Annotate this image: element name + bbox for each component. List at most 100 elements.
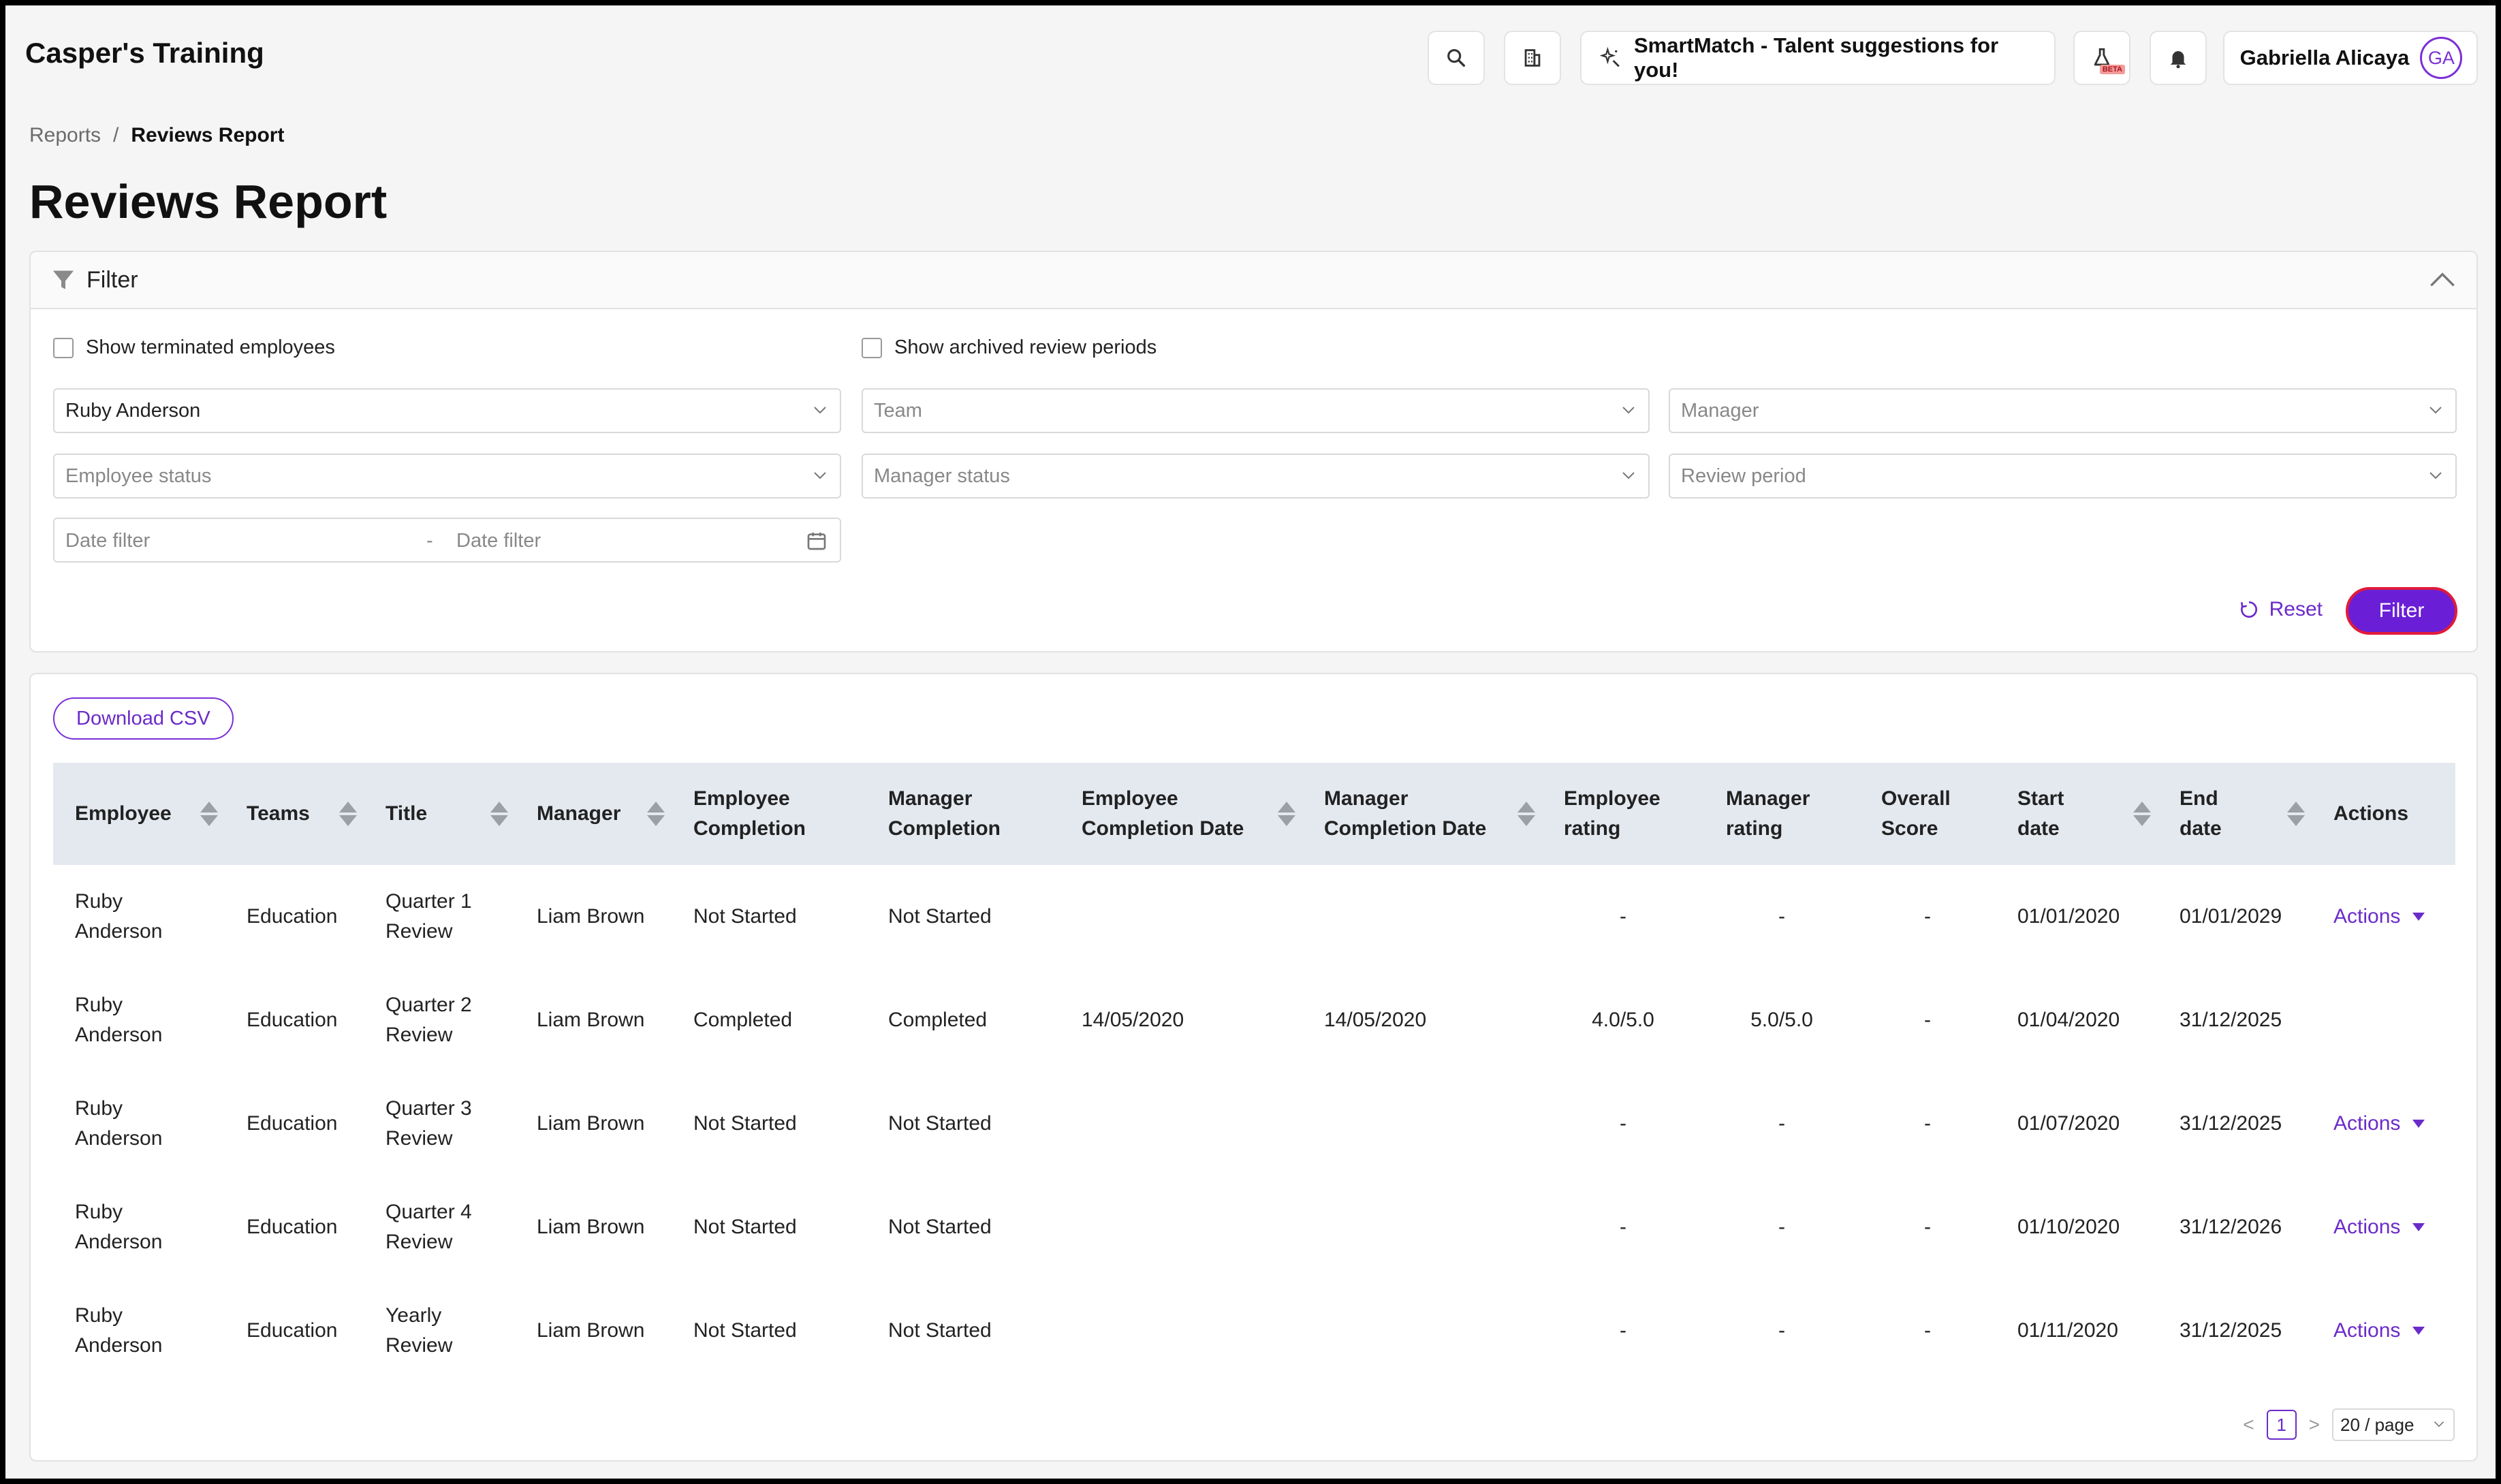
- sort-icon[interactable]: [339, 802, 357, 826]
- cell-team: Education: [247, 1009, 338, 1031]
- table-row: Ruby Anderson Education Quarter 2 Review L…: [53, 968, 2455, 1072]
- employee-status-select[interactable]: Employee status: [53, 454, 841, 499]
- show-archived-checkbox[interactable]: [862, 337, 882, 358]
- sort-icon[interactable]: [2133, 802, 2151, 826]
- row-actions-dropdown[interactable]: Actions: [2333, 1212, 2425, 1242]
- smartmatch-button[interactable]: SmartMatch - Talent suggestions for you!: [1580, 31, 2056, 85]
- actions-label: Actions: [2333, 905, 2401, 928]
- cell-employee-completion-date: [1060, 1175, 1302, 1279]
- breadcrumb-current: Reviews Report: [131, 124, 285, 146]
- prev-page-button[interactable]: <: [2243, 1414, 2254, 1436]
- labs-beta-button[interactable]: BETA: [2073, 31, 2130, 85]
- date-to-input[interactable]: Date filter: [456, 530, 541, 552]
- manager-select-placeholder: Manager: [1681, 399, 1759, 422]
- date-from-input[interactable]: Date filter: [65, 530, 150, 552]
- search-button[interactable]: [1428, 31, 1485, 85]
- chevron-up-icon[interactable]: [2429, 270, 2456, 290]
- cell-manager-rating: -: [1778, 1216, 1785, 1238]
- cell-manager-rating: -: [1778, 905, 1785, 928]
- cell-manager: Liam Brown: [537, 1112, 645, 1135]
- manager-status-placeholder: Manager status: [874, 464, 1010, 487]
- page-size-select[interactable]: 20 / page: [2332, 1408, 2455, 1441]
- sort-icon[interactable]: [200, 802, 218, 826]
- notifications-button[interactable]: [2150, 31, 2207, 85]
- chevron-down-icon: [1622, 472, 1635, 479]
- team-select[interactable]: Team: [862, 388, 1650, 433]
- review-period-select[interactable]: Review period: [1669, 454, 2457, 499]
- cell-employee-rating: -: [1620, 905, 1626, 928]
- sort-icon[interactable]: [490, 802, 508, 826]
- manager-status-select[interactable]: Manager status: [862, 454, 1650, 499]
- show-terminated-checkbox[interactable]: [53, 337, 74, 358]
- cell-team: Education: [247, 905, 338, 928]
- breadcrumb-reports-link[interactable]: Reports: [29, 124, 101, 147]
- reset-button[interactable]: Reset: [2238, 598, 2323, 621]
- row-actions-dropdown[interactable]: Actions: [2333, 902, 2425, 932]
- cell-employee-completion-date: [1060, 1072, 1302, 1175]
- row-actions-dropdown[interactable]: Actions: [2333, 1109, 2425, 1139]
- sort-icon[interactable]: [647, 802, 665, 826]
- sort-icon[interactable]: [1278, 802, 1295, 826]
- pagination: < 1 > 20 / page: [2243, 1408, 2455, 1441]
- cell-actions: Actions: [2312, 1072, 2455, 1175]
- cell-team: Education: [247, 1112, 338, 1135]
- sort-icon[interactable]: [2287, 802, 2305, 826]
- filter-panel-header[interactable]: Filter: [31, 252, 2476, 309]
- cell-start-date: 01/01/2020: [2017, 905, 2120, 928]
- col-manager-completion-date[interactable]: Manager Completion Date: [1302, 763, 1542, 865]
- cell-manager-completion: Completed: [888, 1009, 988, 1031]
- cell-manager: Liam Brown: [537, 905, 645, 928]
- date-range-separator: -: [426, 530, 433, 552]
- cell-actions: Actions: [2312, 1279, 2455, 1383]
- user-menu[interactable]: Gabriella Alicaya GA: [2223, 31, 2478, 85]
- company-button[interactable]: [1504, 31, 1561, 85]
- col-employee-completion-date[interactable]: Employee Completion Date: [1060, 763, 1302, 865]
- cell-title: Quarter 2 Review: [386, 994, 472, 1046]
- cell-employee: Ruby Anderson: [75, 890, 163, 943]
- chevron-down-icon: [2429, 472, 2442, 479]
- chevron-down-icon: [814, 407, 826, 414]
- cell-employee-completion: Not Started: [693, 905, 797, 928]
- next-page-button[interactable]: >: [2309, 1414, 2320, 1436]
- col-start-date[interactable]: Start date: [1996, 763, 2158, 865]
- filter-panel: Filter Show terminated employees Show ar…: [29, 251, 2478, 652]
- download-csv-button[interactable]: Download CSV: [53, 697, 234, 740]
- cell-employee-rating: 4.0/5.0: [1592, 1009, 1654, 1031]
- cell-manager-completion: Not Started: [888, 905, 992, 928]
- col-title[interactable]: Title: [364, 763, 515, 865]
- apply-filter-button[interactable]: Filter: [2346, 587, 2457, 635]
- cell-title: Quarter 4 Review: [386, 1201, 472, 1253]
- col-employee[interactable]: Employee: [53, 763, 225, 865]
- cell-manager-completion-date: [1302, 865, 1542, 968]
- reviews-table: Employee Teams Title Manager Employee Com…: [53, 763, 2455, 1383]
- app-frame: Casper's Training SmartMatch - Talent su…: [5, 5, 2496, 1479]
- col-manager-completion: Manager Completion: [888, 787, 1001, 840]
- cell-manager-completion: Not Started: [888, 1112, 992, 1135]
- caret-down-icon: [2412, 1327, 2425, 1335]
- cell-end-date: 01/01/2029: [2180, 905, 2282, 928]
- col-end-date[interactable]: End date: [2158, 763, 2312, 865]
- cell-employee-completion: Not Started: [693, 1112, 797, 1135]
- show-terminated-toggle[interactable]: Show terminated employees: [53, 336, 335, 359]
- cell-start-date: 01/04/2020: [2017, 1009, 2120, 1031]
- calendar-icon[interactable]: [806, 530, 828, 552]
- employee-select[interactable]: Ruby Anderson: [53, 388, 841, 433]
- manager-select[interactable]: Manager: [1669, 388, 2457, 433]
- reset-label: Reset: [2269, 598, 2323, 620]
- page-number-button[interactable]: 1: [2266, 1410, 2297, 1440]
- cell-start-date: 01/11/2020: [2017, 1319, 2118, 1342]
- sort-icon[interactable]: [1517, 802, 1535, 826]
- cell-actions: Actions: [2312, 1175, 2455, 1279]
- date-range-picker[interactable]: Date filter - Date filter: [53, 518, 841, 563]
- col-teams[interactable]: Teams: [225, 763, 364, 865]
- beta-badge: BETA: [2099, 65, 2125, 74]
- show-archived-toggle[interactable]: Show archived review periods: [862, 336, 1157, 359]
- cell-overall-score: -: [1924, 905, 1931, 928]
- sparkle-icon: [1599, 46, 1620, 67]
- cell-overall-score: -: [1924, 1216, 1931, 1238]
- col-actions: Actions: [2333, 802, 2409, 825]
- table-header-row: Employee Teams Title Manager Employee Com…: [53, 763, 2455, 865]
- row-actions-dropdown[interactable]: Actions: [2333, 1316, 2425, 1346]
- col-manager[interactable]: Manager: [515, 763, 672, 865]
- bell-icon: [2170, 51, 2186, 69]
